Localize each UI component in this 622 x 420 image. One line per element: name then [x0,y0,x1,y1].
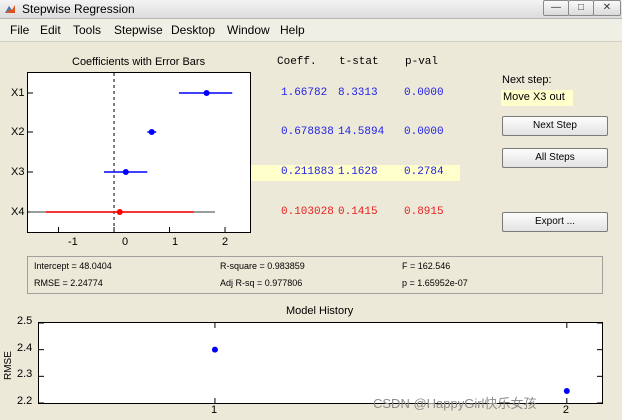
menu-tools[interactable]: Tools [73,23,101,37]
coef-tick-label: -1 [68,236,78,248]
predictor-label-x2: X2 [11,126,25,138]
pval-cell: 0.2784 [404,166,444,178]
coef-tick-label: 2 [222,236,229,248]
next-step-value: Move X3 out [503,91,565,103]
history-y-tick-label: 2.3 [17,368,33,381]
menu-bar: File Edit Tools Stepwise Desktop Window … [0,19,622,42]
all-steps-button[interactable]: All Steps [502,148,608,168]
history-x-tick-label: 2 [562,404,569,416]
history-plot-canvas [39,323,602,403]
coef-table-row[interactable]: 0.678838 14.5894 0.0000 [251,125,460,141]
col-header-pval: p-val [405,56,439,68]
tstat-cell: 14.5894 [338,126,385,138]
col-header-coeff: Coeff. [277,56,317,68]
menu-stepwise[interactable]: Stepwise [114,23,163,37]
coef-tick-label: 0 [122,236,129,248]
history-plot-title: Model History [286,305,354,317]
coef-estimate-point [203,90,210,96]
tstat-cell: 8.3313 [338,87,378,99]
stat-f: F = 162.546 [402,261,451,271]
pval-cell: 0.0000 [404,87,444,99]
coef-estimate-point [148,129,155,135]
predictor-label-x1: X1 [11,87,25,99]
tstat-cell: 0.1415 [338,206,378,218]
history-y-tick-label: 2.4 [17,341,33,354]
coef-tick-label: 1 [172,236,179,248]
coef-plot-axes[interactable] [27,72,251,233]
tstat-cell: 1.1628 [338,166,378,178]
stat-intercept: Intercept = 48.0404 [34,261,112,271]
coef-table-row[interactable]: 1.66782 8.3313 0.0000 [251,86,460,102]
menu-file[interactable]: File [10,23,29,37]
watermark: CSDN @HappyGirl快乐女孩 [373,396,537,411]
history-x-tick-label: 1 [210,404,218,416]
menu-desktop[interactable]: Desktop [171,23,215,37]
history-y-tick-label: 2.2 [17,395,33,407]
coef-cell: 0.678838 [281,126,334,138]
window-title: Stepwise Regression [22,2,135,16]
window-titlebar: Stepwise Regression — □ ✕ [0,0,622,19]
menu-help[interactable]: Help [280,23,305,37]
coef-table-row[interactable]: 0.211883 1.1628 0.2784 [251,165,460,181]
next-step-button[interactable]: Next Step [502,116,608,136]
close-button[interactable]: ✕ [593,0,621,16]
minimize-button[interactable]: — [543,0,569,16]
stat-adj-rsquare: Adj R-sq = 0.977806 [220,278,303,288]
next-step-label: Next step: [502,74,552,86]
predictor-label-x3: X3 [11,166,25,178]
coef-plot-title: Coefficients with Error Bars [72,56,206,68]
history-point [211,346,218,353]
history-ylabel: RMSE [3,351,14,380]
coef-cell: 1.66782 [281,87,328,99]
next-step-indicator: Move X3 out [501,90,573,106]
menu-edit[interactable]: Edit [40,23,61,37]
pval-cell: 0.8915 [404,206,444,218]
stat-rmse: RMSE = 2.24774 [34,278,103,288]
predictor-label-x4: X4 [11,206,25,218]
coef-cell: 0.211883 [281,166,334,178]
coef-table-row[interactable]: 0.103028 0.1415 0.8915 [251,205,460,221]
history-y-tick-label: 2.5 [17,315,33,327]
history-point [563,388,570,394]
stat-rsquare: R-square = 0.983859 [220,261,305,271]
pval-cell: 0.0000 [404,126,444,138]
maximize-button[interactable]: □ [568,0,594,16]
export-button[interactable]: Export ... [502,212,608,232]
history-plot-axes[interactable] [38,322,603,404]
matlab-icon [5,5,15,13]
coef-estimate-point [116,209,123,215]
coef-plot-canvas [28,73,233,232]
col-header-tstat: t-stat [339,56,379,68]
stat-p: p = 1.65952e-07 [402,278,468,288]
model-stats-panel: Intercept = 48.0404 RMSE = 2.24774 R-squ… [27,256,603,294]
coef-estimate-point [122,169,129,175]
menu-window[interactable]: Window [227,23,270,37]
coef-cell: 0.103028 [281,206,334,218]
